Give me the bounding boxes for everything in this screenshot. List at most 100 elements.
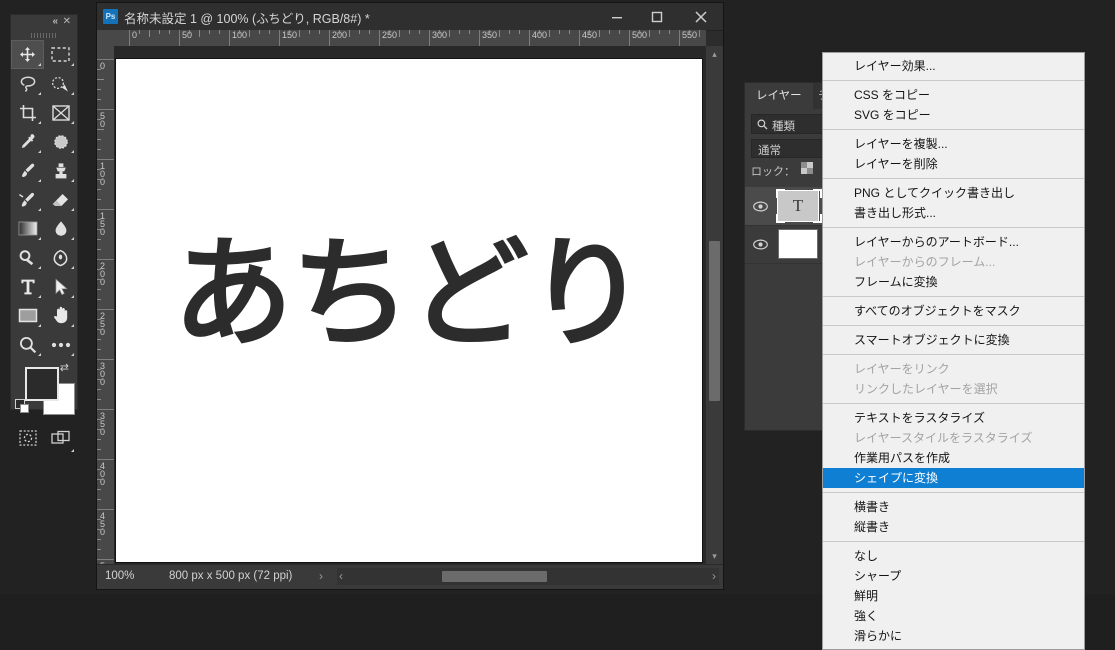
vertical-ruler: 050100150200250300350400450500 xyxy=(97,46,115,566)
canvas-area[interactable]: あちどり xyxy=(114,46,706,564)
rectangular-marquee-tool[interactable] xyxy=(44,40,77,69)
menu-item[interactable]: 書き出し形式... xyxy=(823,203,1084,223)
menu-item[interactable]: スマートオブジェクトに変換 xyxy=(823,330,1084,350)
clone-stamp-tool[interactable] xyxy=(44,156,77,185)
frame-tool[interactable] xyxy=(44,98,77,127)
menu-item[interactable]: 強く xyxy=(823,606,1084,626)
rectangle-tool[interactable] xyxy=(11,301,44,330)
menu-item[interactable]: テキストをラスタライズ xyxy=(823,408,1084,428)
crop-tool[interactable] xyxy=(11,98,44,127)
tool-list xyxy=(11,40,77,359)
menu-item[interactable]: シェイプに変換 xyxy=(823,468,1084,488)
spot-healing-brush-tool[interactable] xyxy=(44,127,77,156)
document-titlebar[interactable]: Ps 名称未設定 1 @ 100% (ふちどり, RGB/8#) * xyxy=(97,3,723,31)
menu-item: レイヤーをリンク xyxy=(854,362,950,376)
menu-item[interactable]: すべてのオブジェクトをマスク xyxy=(823,301,1084,321)
hand-tool[interactable] xyxy=(44,301,77,330)
brush-tool[interactable] xyxy=(11,156,44,185)
menu-item[interactable]: レイヤーを複製... xyxy=(823,134,1084,154)
color-swatches: ⇄ xyxy=(11,359,77,421)
menu-item[interactable]: フレームに変換 xyxy=(823,272,1084,292)
menu-item[interactable]: レイヤーからのアートボード... xyxy=(823,232,1084,252)
menu-item[interactable]: シャープ xyxy=(823,566,1084,586)
history-brush-tool[interactable] xyxy=(11,185,44,214)
menu-separator xyxy=(823,178,1084,179)
ruler-label: 50 xyxy=(100,111,106,129)
zoom-tool[interactable] xyxy=(11,330,44,359)
lasso-tool[interactable] xyxy=(11,69,44,98)
menu-item[interactable]: なし xyxy=(823,546,1084,566)
layer-thumbnail-background[interactable] xyxy=(778,229,818,259)
document-size: 800 px x 500 px (72 ppi) xyxy=(169,570,293,582)
swap-colors-icon[interactable]: ⇄ xyxy=(60,363,69,374)
menu-item[interactable]: 滑らかに xyxy=(823,626,1084,646)
menu-item[interactable]: PNG としてクイック書き出し xyxy=(823,183,1084,203)
path-selection-tool[interactable] xyxy=(44,272,77,301)
menu-separator xyxy=(823,403,1084,404)
menu-item[interactable]: レイヤー効果... xyxy=(823,56,1084,76)
close-icon[interactable] xyxy=(681,3,721,30)
double-chevron-left-icon[interactable]: « xyxy=(52,17,57,27)
blur-tool[interactable] xyxy=(44,214,77,243)
horizontal-scrollbar[interactable]: ‹ › xyxy=(337,568,719,585)
document-title: 名称未設定 1 @ 100% (ふちどり, RGB/8#) * xyxy=(124,12,370,26)
scroll-up-icon[interactable]: ▴ xyxy=(706,46,723,62)
chevron-right-icon[interactable]: › xyxy=(319,569,323,583)
layer-filter-value: 種類 xyxy=(772,121,795,133)
ruler-label: 250 xyxy=(100,311,106,337)
ruler-label: 200 xyxy=(100,261,106,287)
vertical-scrollbar-thumb[interactable] xyxy=(709,241,720,401)
tools-panel-drag-handle[interactable] xyxy=(11,31,77,40)
menu-item[interactable]: 鮮明 xyxy=(823,586,1084,606)
dodge-tool[interactable] xyxy=(11,243,44,272)
eyedropper-tool[interactable] xyxy=(11,127,44,156)
eraser-tool[interactable] xyxy=(44,185,77,214)
ruler-label: 50 xyxy=(182,30,193,40)
menu-item[interactable]: 作業用パスを作成 xyxy=(823,448,1084,468)
close-icon[interactable]: ✕ xyxy=(63,17,71,27)
ruler-label: 0 xyxy=(132,30,138,40)
transparency-lock-icon[interactable] xyxy=(801,161,813,179)
move-tool[interactable] xyxy=(11,40,44,69)
menu-item: レイヤースタイルをラスタライズ xyxy=(854,431,1033,445)
menu-item[interactable]: レイヤーを削除 xyxy=(823,154,1084,174)
lock-label: ロック： xyxy=(751,166,795,178)
pen-tool[interactable] xyxy=(44,243,77,272)
edit-toolbar-tool[interactable] xyxy=(44,330,77,359)
scroll-left-icon[interactable]: ‹ xyxy=(339,569,343,584)
menu-item[interactable]: 横書き xyxy=(823,497,1084,517)
zoom-level[interactable]: 100% xyxy=(105,570,134,582)
menu-item[interactable]: 縦書き xyxy=(823,517,1084,537)
foreground-color-swatch[interactable] xyxy=(25,367,59,401)
menu-separator xyxy=(823,80,1084,81)
menu-separator xyxy=(823,354,1084,355)
ruler-corner xyxy=(97,30,114,46)
screen-mode-icon[interactable] xyxy=(44,421,77,455)
scroll-down-icon[interactable]: ▾ xyxy=(706,548,723,564)
artwork-text: あちどり xyxy=(173,225,647,364)
menu-separator xyxy=(823,129,1084,130)
canvas[interactable]: あちどり xyxy=(116,59,702,562)
quick-mask-icon[interactable] xyxy=(11,421,44,455)
search-icon xyxy=(757,119,768,133)
minimize-icon[interactable] xyxy=(597,3,637,30)
type-tool[interactable] xyxy=(11,272,44,301)
menu-item[interactable]: SVG をコピー xyxy=(823,105,1084,125)
vertical-scrollbar[interactable]: ▴ ▾ xyxy=(705,46,723,564)
quick-selection-tool[interactable] xyxy=(44,69,77,98)
tab-layers[interactable]: レイヤー xyxy=(745,83,813,109)
blend-mode-value: 通常 xyxy=(758,145,781,157)
horizontal-scrollbar-thumb[interactable] xyxy=(442,571,547,582)
default-colors-icon[interactable] xyxy=(15,399,29,413)
menu-item[interactable]: CSS をコピー xyxy=(823,85,1084,105)
toolbar-bottom-icons xyxy=(11,421,77,455)
maximize-icon[interactable] xyxy=(637,3,677,30)
menu-separator xyxy=(823,492,1084,493)
gradient-tool[interactable] xyxy=(11,214,44,243)
eye-icon[interactable] xyxy=(753,199,768,217)
scroll-right-icon[interactable]: › xyxy=(712,569,716,584)
horizontal-ruler: 0 50 100 150 200 250 300 350 400 450 500 550 xyxy=(114,30,706,47)
ruler-label: 100 xyxy=(100,161,106,187)
menu-separator xyxy=(823,227,1084,228)
eye-icon[interactable] xyxy=(753,237,768,255)
